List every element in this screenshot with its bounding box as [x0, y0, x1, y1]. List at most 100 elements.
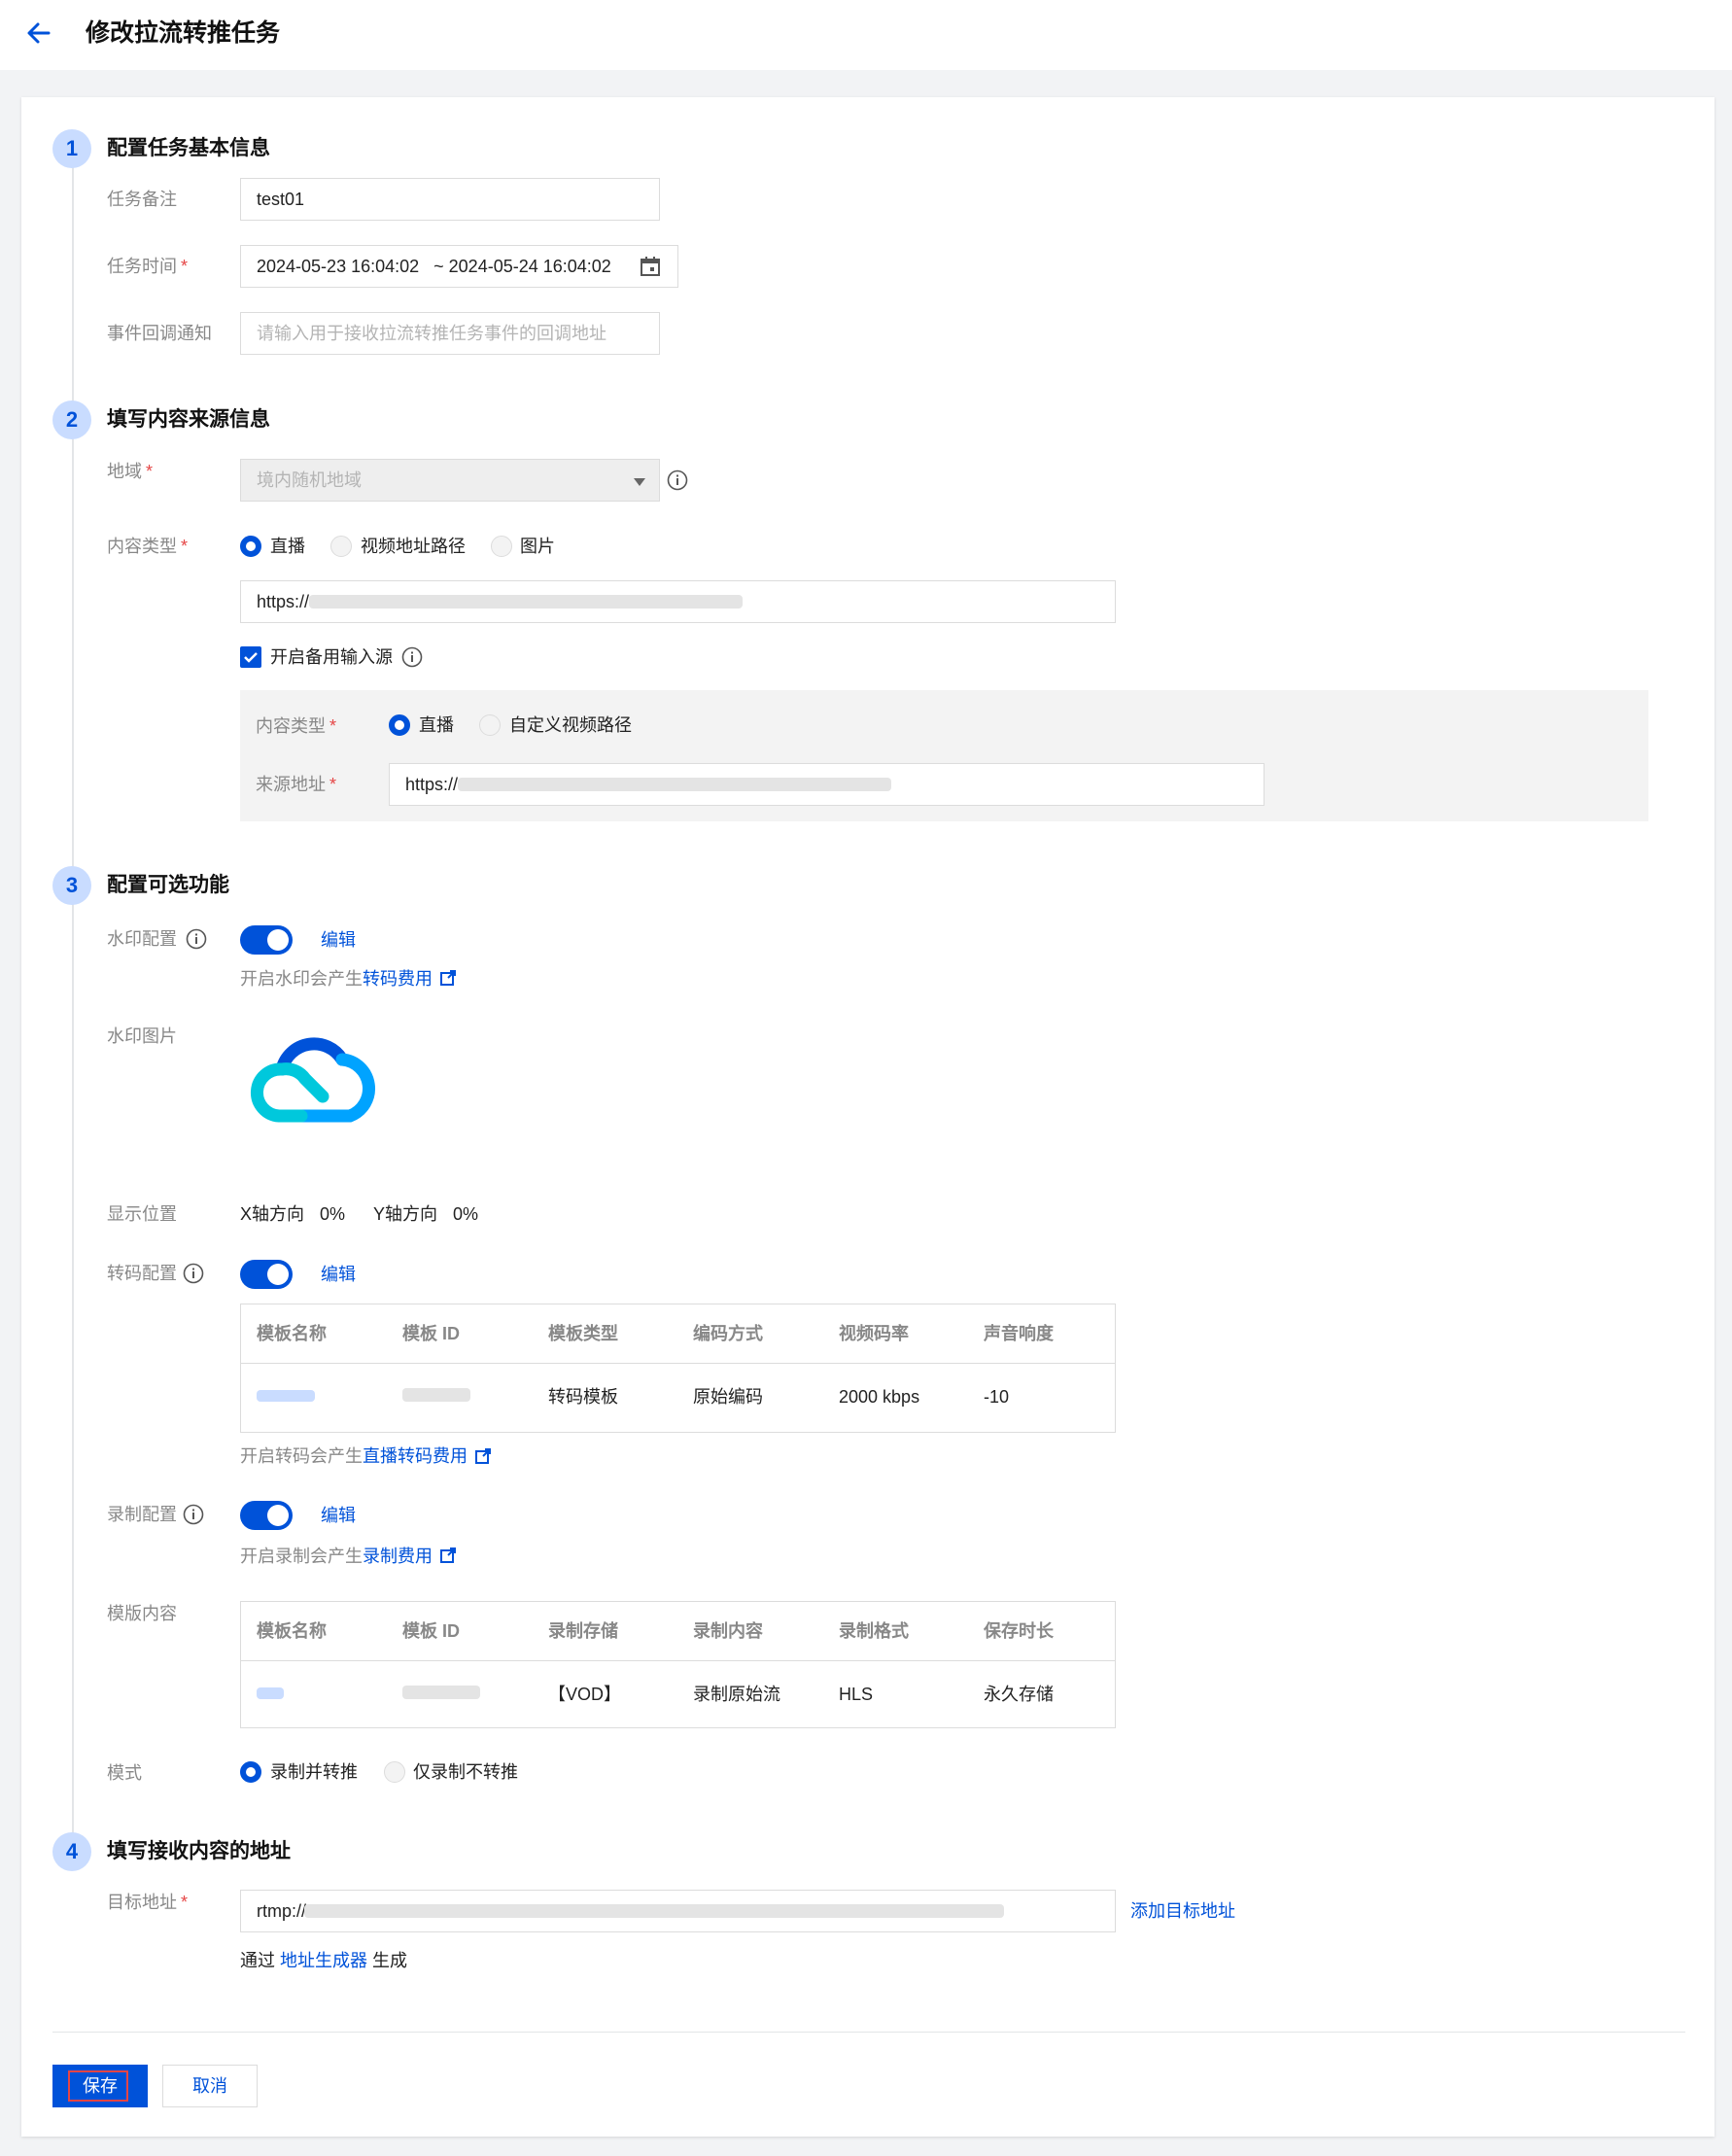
watermark-image-label: 水印图片	[107, 1026, 177, 1046]
redacted-backup-url	[458, 778, 891, 791]
time-label: 任务时间 *	[107, 257, 189, 276]
transcode-info-icon[interactable]	[183, 1263, 204, 1284]
watermark-edit-link[interactable]: 编辑	[321, 927, 356, 953]
backup-radio-live-label: 直播	[419, 715, 454, 735]
transcode-toggle[interactable]	[240, 1260, 293, 1289]
watermark-note: 开启水印会产生转码费用	[240, 969, 433, 989]
radio-live-label: 直播	[270, 537, 305, 556]
backup-content-type-label: 内容类型 *	[256, 716, 337, 736]
watermark-label: 水印配置	[107, 929, 177, 949]
backup-radio-custom-path-label: 自定义视频路径	[509, 715, 632, 735]
radio-record-only-label: 仅录制不转推	[413, 1762, 518, 1782]
step-3-title: 配置可选功能	[107, 874, 229, 896]
backup-source-checkbox[interactable]	[240, 646, 261, 668]
th-template-id: 模板 ID	[402, 1621, 461, 1641]
generator-hint: 通过 地址生成器 生成	[240, 1951, 408, 1970]
radio-image-label: 图片	[520, 537, 555, 556]
record-toggle[interactable]	[240, 1501, 293, 1530]
th-record-storage: 录制存储	[548, 1621, 618, 1641]
callback-input[interactable]: 请输入用于接收拉流转推任务事件的回调地址	[240, 312, 660, 355]
th-encoding: 编码方式	[693, 1324, 763, 1343]
backup-info-icon[interactable]	[401, 646, 423, 668]
step-2-title: 填写内容来源信息	[107, 408, 270, 431]
th-record-content: 录制内容	[693, 1621, 763, 1641]
cancel-button[interactable]: 取消	[162, 2065, 258, 2107]
remark-input[interactable]: test01	[240, 178, 660, 221]
time-range-input[interactable]: 2024-05-23 16:04:02 ~ 2024-05-24 16:04:0…	[240, 245, 678, 288]
remark-label: 任务备注	[107, 190, 177, 209]
record-note: 开启录制会产生录制费用	[240, 1547, 433, 1566]
th-template-name: 模板名称	[257, 1621, 327, 1641]
td-loudness: -10	[984, 1387, 1010, 1407]
th-template-name: 模板名称	[257, 1324, 327, 1343]
back-arrow-icon[interactable]	[21, 16, 56, 51]
td-template-type: 转码模板	[548, 1387, 618, 1407]
radio-record-and-push[interactable]	[240, 1761, 261, 1783]
external-link-icon[interactable]	[439, 969, 457, 987]
display-position-label: 显示位置	[107, 1204, 177, 1224]
content-type-label: 内容类型 *	[107, 537, 189, 556]
redacted-target-url	[304, 1904, 1004, 1918]
record-label: 录制配置	[107, 1505, 177, 1524]
th-template-id: 模板 ID	[402, 1324, 461, 1343]
transcode-edit-link[interactable]: 编辑	[321, 1262, 356, 1287]
td-record-storage: 【VOD】	[548, 1685, 622, 1704]
record-table: 模板名称 模板 ID 录制存储 录制内容 录制格式 保存时长 【VOD】 录制原…	[240, 1601, 1116, 1728]
external-link-icon[interactable]	[474, 1447, 492, 1465]
th-template-type: 模板类型	[548, 1324, 618, 1343]
step-1-badge: 1	[52, 129, 91, 168]
page-title: 修改拉流转推任务	[86, 19, 281, 47]
th-bitrate: 视频码率	[839, 1324, 909, 1343]
transcode-table: 模板名称 模板 ID 模板类型 编码方式 视频码率 声音响度 转码模板 原始编码…	[240, 1304, 1116, 1433]
record-info-icon[interactable]	[183, 1504, 204, 1525]
add-target-link[interactable]: 添加目标地址	[1130, 1898, 1235, 1924]
caret-down-icon	[633, 474, 646, 486]
callback-label: 事件回调通知	[107, 324, 212, 343]
td-encoding: 原始编码	[693, 1387, 763, 1407]
td-retention: 永久存储	[984, 1685, 1054, 1704]
mode-label: 模式	[107, 1763, 142, 1783]
transcode-fee-link[interactable]: 直播转码费用	[363, 1446, 468, 1466]
redacted-template-id	[402, 1686, 480, 1699]
td-record-content: 录制原始流	[693, 1685, 780, 1704]
backup-radio-live[interactable]	[389, 714, 410, 736]
record-edit-link[interactable]: 编辑	[321, 1503, 356, 1528]
record-fee-link[interactable]: 录制费用	[363, 1547, 433, 1566]
save-button[interactable]: 保存	[52, 2065, 148, 2107]
step-2-badge: 2	[52, 400, 91, 439]
region-label: 地域 *	[107, 462, 154, 481]
backup-radio-custom-path[interactable]	[479, 714, 501, 736]
th-retention: 保存时长	[984, 1621, 1054, 1641]
address-generator-link[interactable]: 地址生成器	[280, 1951, 367, 1970]
step-4-badge: 4	[52, 1832, 91, 1871]
td-bitrate: 2000 kbps	[839, 1387, 920, 1407]
footer-divider	[52, 2032, 1685, 2033]
calendar-icon[interactable]	[639, 255, 662, 278]
region-select[interactable]: 境内随机地域	[240, 459, 660, 502]
backup-source-label: 开启备用输入源	[270, 647, 393, 667]
radio-video-path[interactable]	[330, 536, 352, 557]
radio-record-and-push-label: 录制并转推	[270, 1762, 358, 1782]
step-3-badge: 3	[52, 866, 91, 905]
watermark-toggle[interactable]	[240, 925, 293, 955]
th-record-format: 录制格式	[839, 1621, 909, 1641]
transcode-note: 开启转码会产生直播转码费用	[240, 1446, 468, 1466]
redacted-url	[309, 595, 743, 609]
th-loudness: 声音响度	[984, 1324, 1054, 1343]
watermark-fee-link[interactable]: 转码费用	[363, 969, 433, 989]
redacted-template-name	[257, 1687, 284, 1699]
tencent-cloud-logo	[245, 1030, 381, 1128]
radio-record-only[interactable]	[384, 1761, 405, 1783]
radio-live[interactable]	[240, 536, 261, 557]
backup-source-url-label: 来源地址 *	[256, 775, 337, 794]
region-info-icon[interactable]	[667, 469, 688, 491]
td-record-format: HLS	[839, 1685, 874, 1704]
transcode-label: 转码配置	[107, 1264, 177, 1283]
watermark-info-icon[interactable]	[186, 928, 207, 950]
radio-image[interactable]	[491, 536, 512, 557]
step-4-title: 填写接收内容的地址	[107, 1840, 291, 1862]
external-link-icon[interactable]	[439, 1547, 457, 1564]
redacted-template-name	[257, 1390, 315, 1402]
step-1-title: 配置任务基本信息	[107, 137, 270, 159]
y-axis-label: Y轴方向	[373, 1204, 438, 1224]
